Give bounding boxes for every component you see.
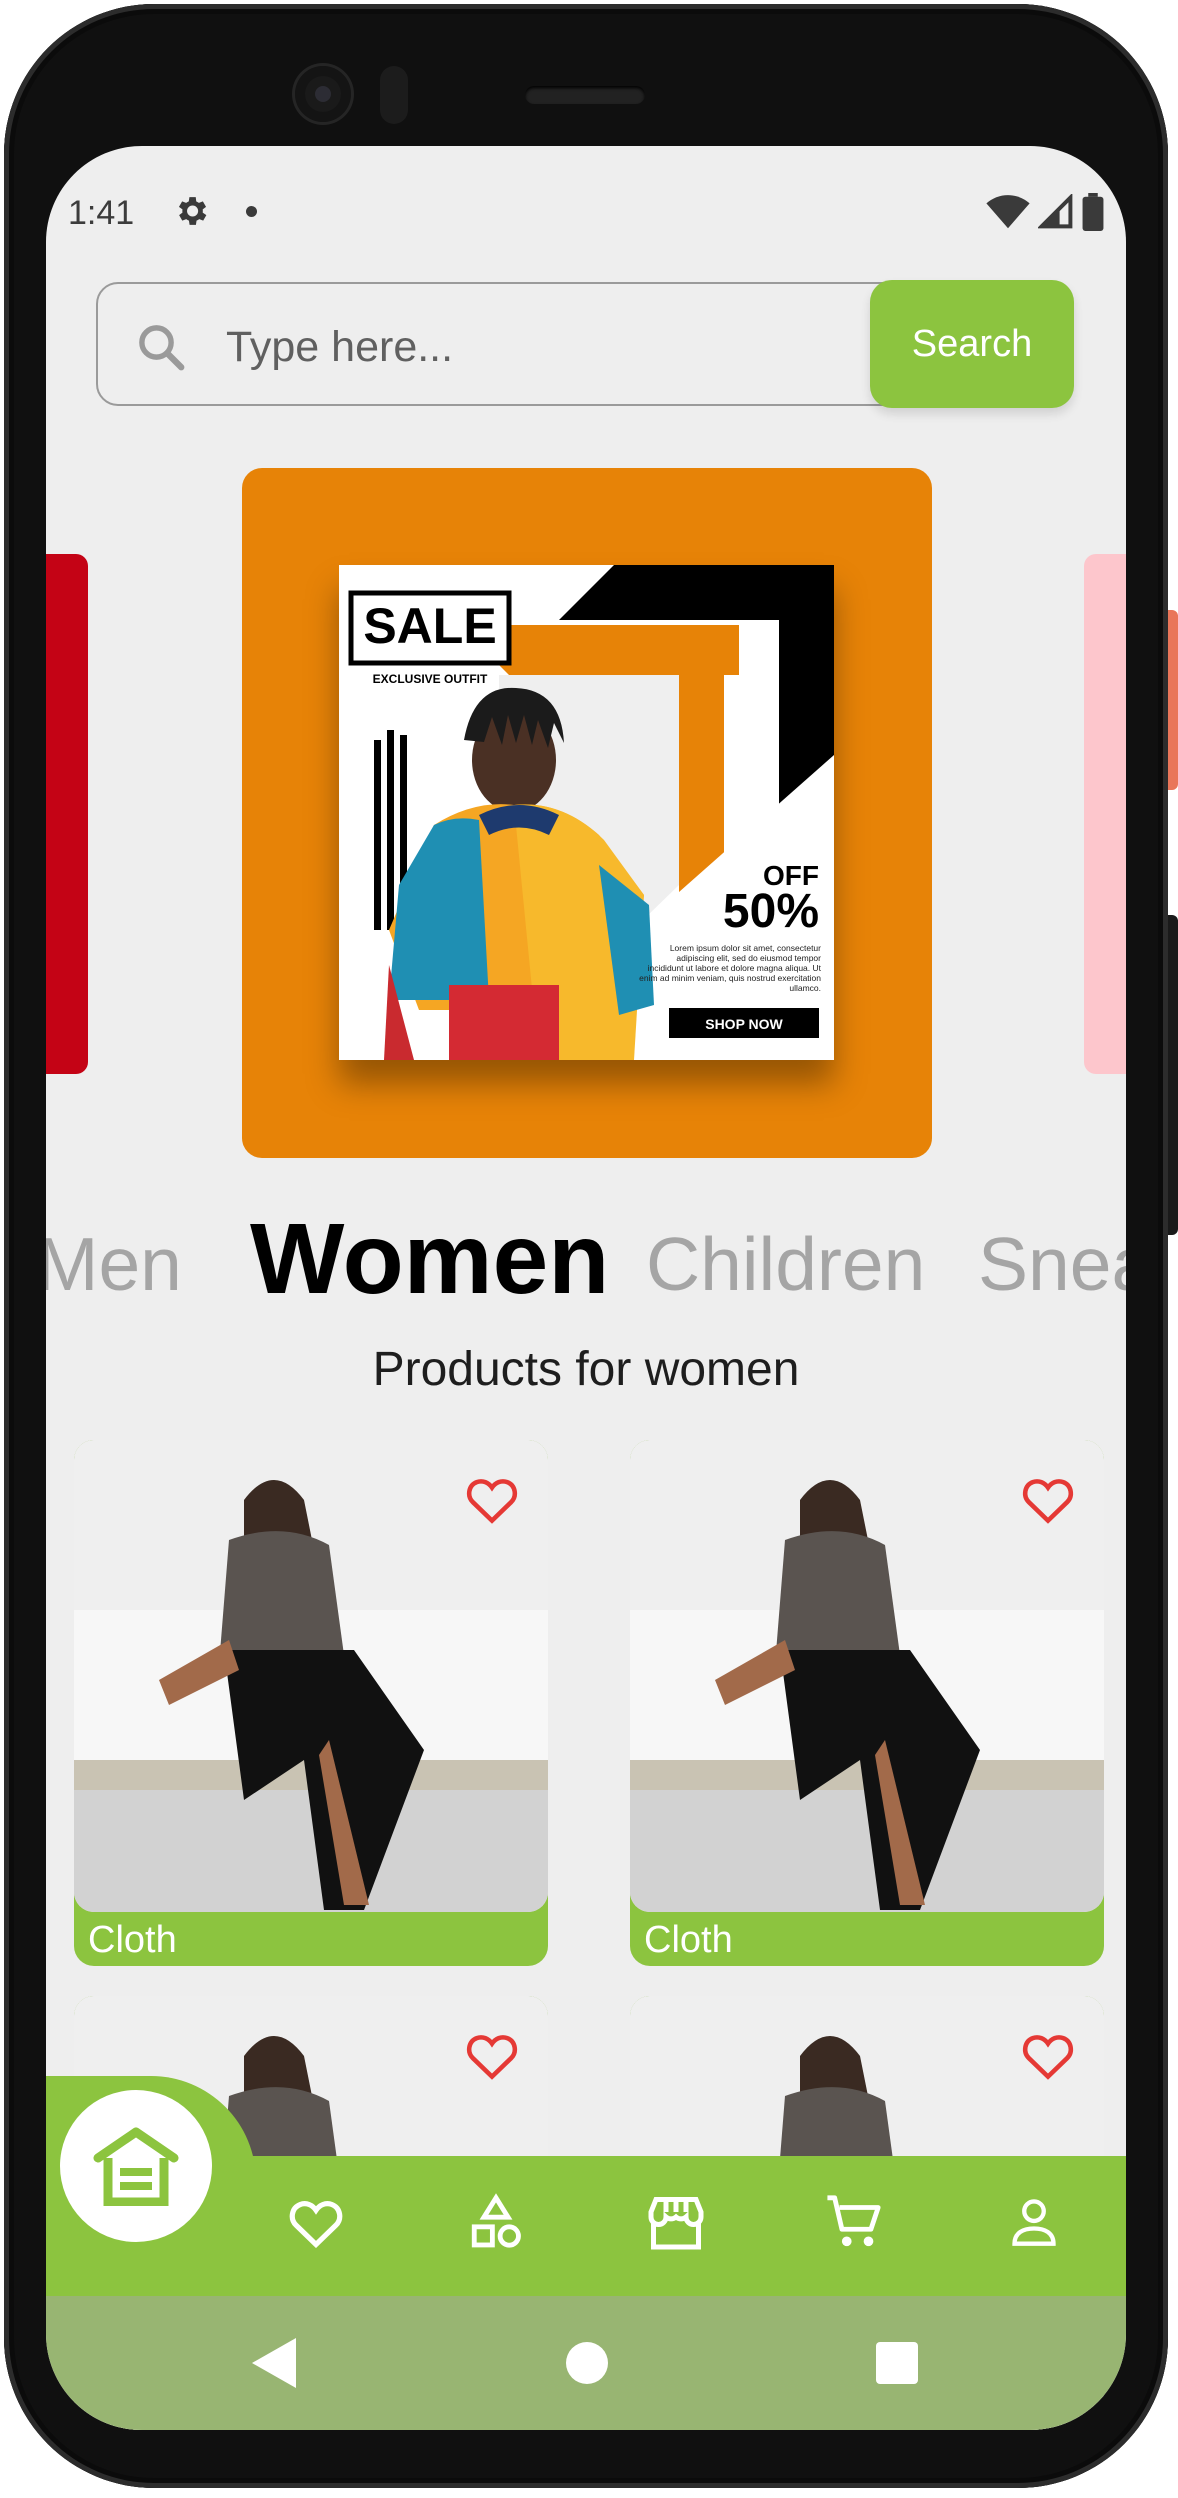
status-bar: 1:41 [46, 146, 1126, 266]
favorites-icon [289, 2201, 343, 2248]
nav-home-button[interactable] [60, 2090, 212, 2242]
nav-cart-button[interactable] [822, 2190, 886, 2254]
nav-store-button[interactable] [644, 2190, 708, 2254]
poster-tagline: EXCLUSIVE OUTFIT [373, 672, 488, 686]
front-camera [295, 66, 351, 122]
poster-off-value: 50% [723, 885, 819, 938]
categories-icon [471, 2193, 521, 2248]
search-icon [139, 325, 185, 371]
category-tabs: Men Women Children Snea [46, 1204, 1126, 1324]
search-button[interactable]: Search [870, 280, 1074, 408]
cart-icon [827, 2195, 881, 2247]
nav-categories-button[interactable] [464, 2190, 528, 2254]
recent-apps-icon[interactable] [876, 2342, 918, 2384]
store-icon [648, 2197, 704, 2250]
status-time: 1:41 [68, 194, 135, 232]
search-bar: Search [96, 280, 1074, 412]
nav-profile-button[interactable] [1002, 2190, 1066, 2254]
earpiece-speaker [525, 86, 645, 104]
cell-signal-icon [1038, 194, 1073, 229]
power-button [1168, 610, 1178, 790]
battery-icon [1082, 193, 1104, 231]
tab-sneakers[interactable]: Snea [978, 1214, 1126, 1314]
banner-carousel[interactable]: SALE EXCLUSIVE OUTFIT OFF 50% Lorem ipsu… [46, 468, 1126, 1158]
phone-frame: 1:41 Search [0, 0, 1178, 2498]
product-label: Cloth [644, 1919, 733, 1961]
favorite-heart-icon[interactable] [464, 1474, 520, 1524]
system-status-icons [986, 192, 1104, 232]
notification-dot-icon [246, 206, 257, 217]
favorite-heart-icon[interactable] [1020, 1474, 1076, 1524]
favorite-heart-icon[interactable] [464, 2030, 520, 2080]
carousel-prev-slide[interactable] [46, 554, 88, 1074]
poster-body-text: Lorem ipsum dolor sit amet, consectetur … [639, 943, 821, 993]
home-icon [93, 2127, 179, 2206]
settings-gear-icon [178, 197, 207, 225]
product-label: Cloth [88, 1919, 177, 1961]
tab-women[interactable]: Women [250, 1204, 609, 1314]
back-icon[interactable] [252, 2338, 296, 2388]
search-input[interactable] [226, 312, 846, 382]
poster-artwork: SALE EXCLUSIVE OUTFIT OFF 50% Lorem ipsu… [339, 565, 834, 1060]
volume-button [1168, 915, 1178, 1235]
product-card[interactable]: Cloth [630, 1440, 1104, 1966]
sale-poster-image: SALE EXCLUSIVE OUTFIT OFF 50% Lorem ipsu… [339, 565, 834, 1060]
search-field[interactable] [96, 282, 996, 406]
tab-men[interactable]: Men [46, 1214, 182, 1314]
poster-shop-now: SHOP NOW [705, 1016, 783, 1032]
profile-icon [1012, 2199, 1056, 2246]
proximity-sensor [380, 66, 408, 124]
sale-banner[interactable]: SALE EXCLUSIVE OUTFIT OFF 50% Lorem ipsu… [242, 468, 932, 1158]
wifi-icon [986, 195, 1030, 229]
tab-children[interactable]: Children [646, 1214, 925, 1314]
product-card[interactable]: Cloth [74, 1440, 548, 1966]
favorite-heart-icon[interactable] [1020, 2030, 1076, 2080]
section-title: Products for women [372, 1343, 800, 1396]
carousel-next-slide[interactable] [1084, 554, 1126, 1074]
app-screen: 1:41 Search [46, 146, 1126, 2430]
system-navigation-bar [46, 2296, 1126, 2430]
system-home-icon[interactable] [566, 2342, 608, 2384]
nav-favorites-button[interactable] [284, 2190, 348, 2254]
poster-sale-text: SALE [363, 598, 496, 654]
